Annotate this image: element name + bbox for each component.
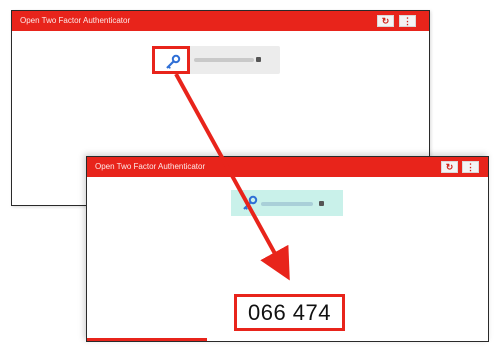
- account-name-bar: [194, 58, 254, 62]
- entry-close-icon[interactable]: [319, 201, 324, 206]
- window-title: Open Two Factor Authenticator: [95, 162, 206, 171]
- key-icon: [166, 54, 181, 69]
- countdown-bar: [87, 338, 207, 341]
- account-name-bar: [261, 202, 313, 206]
- key-icon[interactable]: [241, 194, 259, 212]
- otp-code: 066 474: [234, 294, 345, 331]
- authenticator-window-front: Open Two Factor Authenticator ↻ ⋮ 066 47…: [86, 156, 489, 342]
- key-icon-highlight[interactable]: [152, 46, 190, 74]
- account-entry-selected[interactable]: [231, 190, 343, 216]
- menu-button[interactable]: ⋮: [462, 161, 479, 173]
- refresh-button[interactable]: ↻: [441, 161, 458, 173]
- refresh-icon: ↻: [445, 162, 454, 172]
- titlebar: Open Two Factor Authenticator ↻ ⋮: [12, 11, 429, 31]
- menu-button[interactable]: ⋮: [399, 15, 416, 27]
- refresh-button[interactable]: ↻: [377, 15, 394, 27]
- menu-icon: ⋮: [466, 162, 475, 172]
- entry-close-icon[interactable]: [256, 57, 261, 62]
- titlebar: Open Two Factor Authenticator ↻ ⋮: [87, 157, 488, 177]
- window-title: Open Two Factor Authenticator: [20, 16, 131, 25]
- refresh-icon: ↻: [381, 16, 390, 26]
- menu-icon: ⋮: [403, 16, 412, 26]
- account-entry[interactable]: [152, 46, 280, 74]
- screenshot-stage: Open Two Factor Authenticator ↻ ⋮ Open T: [0, 0, 494, 347]
